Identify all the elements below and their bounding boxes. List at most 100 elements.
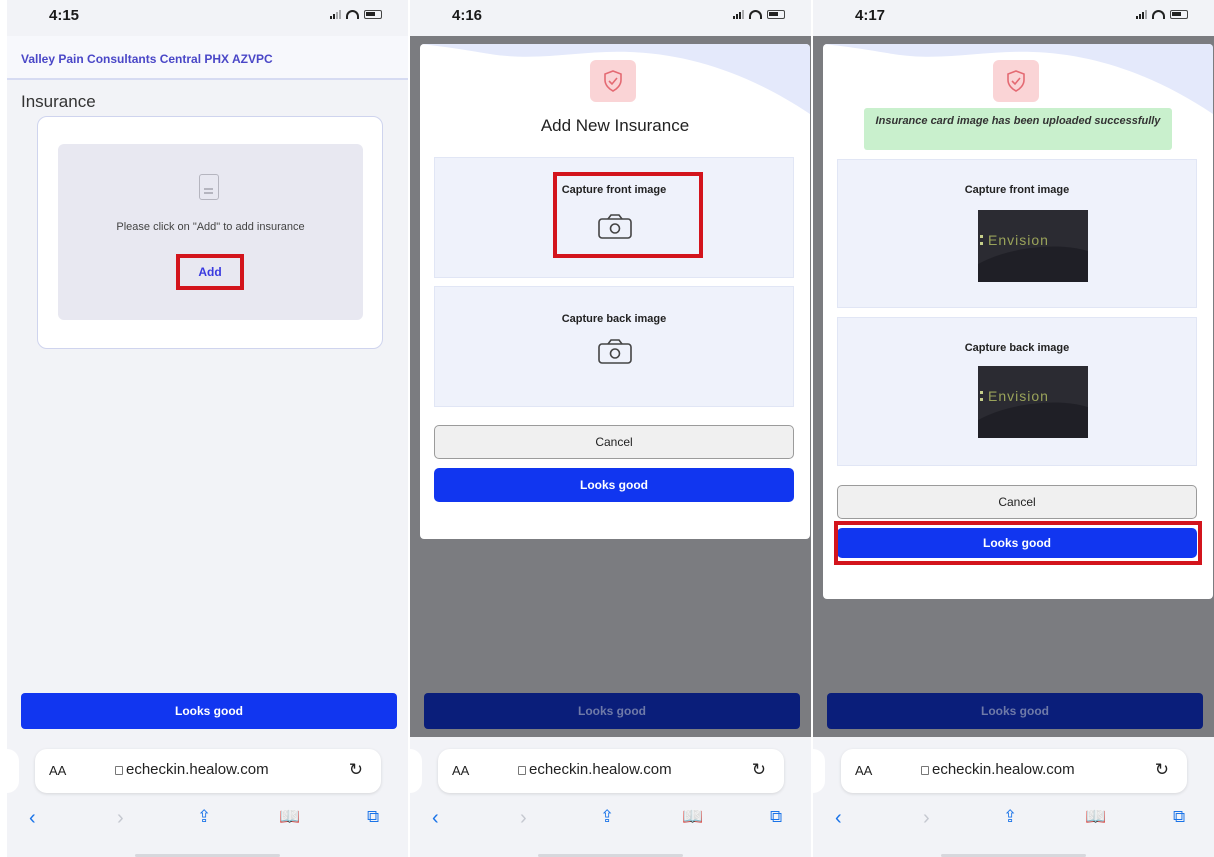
status-time: 4:16 [452, 7, 483, 24]
forward-icon[interactable]: › [117, 807, 124, 830]
status-time: 4:15 [49, 7, 80, 24]
reload-icon[interactable]: ↻ [1155, 760, 1169, 780]
screens: 4:15 Valley Pain Consultants Central PHX… [0, 0, 1214, 857]
looks-good-button-background: Looks good [827, 693, 1203, 729]
address-bar[interactable]: AA echeckin.healow.com ↻ [841, 749, 1187, 793]
reload-icon[interactable]: ↻ [349, 760, 363, 780]
capture-front-highlight[interactable] [553, 172, 703, 258]
wifi-icon [346, 9, 359, 19]
phone-screen-add-insurance: 4:16 Add New Insurance Capture front ima… [410, 0, 811, 857]
cell-signal-icon [1136, 9, 1147, 19]
lock-icon [921, 766, 929, 775]
capture-back-section: Capture back image [434, 286, 794, 407]
reader-settings-button[interactable]: AA [452, 763, 469, 778]
reload-icon[interactable]: ↻ [752, 760, 766, 780]
battery-icon [1170, 9, 1188, 19]
org-name: Valley Pain Consultants Central PHX AZVP… [21, 52, 273, 66]
add-insurance-modal: Insurance card image has been uploaded s… [823, 44, 1213, 599]
insurance-card: Please click on "Add" to add insurance A… [37, 116, 383, 349]
insurance-empty-state: Please click on "Add" to add insurance A… [58, 144, 363, 320]
looks-good-button-background: Looks good [424, 693, 800, 729]
card-logo-text: Envision [988, 388, 1049, 404]
address-bar[interactable]: AA echeckin.healow.com ↻ [35, 749, 381, 793]
card-logo-mark [980, 391, 986, 401]
browser-toolbar: ‹ › ⇪ 📖 ⧉ [410, 807, 811, 837]
previous-tab-stub[interactable] [410, 749, 422, 793]
url-text: echeckin.healow.com [529, 761, 672, 778]
success-toast: Insurance card image has been uploaded s… [864, 108, 1172, 150]
browser-bar: AA echeckin.healow.com ↻ ‹ › ⇪ 📖 ⧉ [7, 737, 408, 857]
status-icons [330, 9, 382, 19]
looks-good-button[interactable]: Looks good [434, 468, 794, 502]
card-logo-text: Envision [988, 232, 1049, 248]
tabs-icon[interactable]: ⧉ [367, 807, 379, 827]
forward-icon[interactable]: › [923, 807, 930, 830]
status-time: 4:17 [855, 7, 886, 24]
browser-bar: AA echeckin.healow.com ↻ ‹ › ⇪ 📖 ⧉ [410, 737, 811, 857]
phone-screen-insurance-empty: 4:15 Valley Pain Consultants Central PHX… [7, 0, 408, 857]
wifi-icon [1152, 9, 1165, 19]
back-card-thumbnail[interactable]: Envision [978, 366, 1088, 438]
tabs-icon[interactable]: ⧉ [770, 807, 782, 827]
share-icon[interactable]: ⇪ [197, 807, 211, 827]
status-bar: 4:17 [813, 0, 1214, 36]
url-display[interactable]: echeckin.healow.com [518, 761, 672, 778]
capture-back-label: Capture back image [964, 342, 1070, 354]
reader-settings-button[interactable]: AA [855, 763, 872, 778]
share-icon[interactable]: ⇪ [600, 807, 614, 827]
forward-icon[interactable]: › [520, 807, 527, 830]
status-bar: 4:15 [7, 0, 408, 36]
card-logo-mark [980, 235, 986, 245]
add-insurance-modal: Add New Insurance Capture front image Ca… [420, 44, 810, 539]
battery-icon [767, 9, 785, 19]
back-icon[interactable]: ‹ [835, 807, 842, 830]
url-text: echeckin.healow.com [932, 761, 1075, 778]
url-display[interactable]: echeckin.healow.com [115, 761, 269, 778]
bookmarks-icon[interactable]: 📖 [682, 807, 703, 827]
cell-signal-icon [733, 9, 744, 19]
modal-title: Add New Insurance [540, 116, 690, 135]
status-icons [733, 9, 785, 19]
shield-check-icon [993, 60, 1039, 102]
bookmarks-icon[interactable]: 📖 [1085, 807, 1106, 827]
tabs-icon[interactable]: ⧉ [1173, 807, 1185, 827]
cancel-button[interactable]: Cancel [434, 425, 794, 459]
lock-icon [115, 766, 123, 775]
back-icon[interactable]: ‹ [432, 807, 439, 830]
insurance-card-icon [199, 174, 219, 200]
browser-toolbar: ‹ › ⇪ 📖 ⧉ [7, 807, 408, 837]
back-icon[interactable]: ‹ [29, 807, 36, 830]
add-insurance-button[interactable]: Add [176, 254, 244, 290]
battery-icon [364, 9, 382, 19]
share-icon[interactable]: ⇪ [1003, 807, 1017, 827]
url-display[interactable]: echeckin.healow.com [921, 761, 1075, 778]
capture-back-label: Capture back image [561, 313, 667, 325]
cancel-button[interactable]: Cancel [837, 485, 1197, 519]
front-card-thumbnail[interactable]: Envision [978, 210, 1088, 282]
status-icons [1136, 9, 1188, 19]
app-header: Valley Pain Consultants Central PHX AZVP… [7, 36, 408, 80]
phone-screen-upload-success: 4:17 Insurance card image has been uploa… [813, 0, 1214, 857]
capture-front-section: Capture front image [434, 157, 794, 278]
capture-back-section: Capture back image Envision [837, 317, 1197, 466]
previous-tab-stub[interactable] [813, 749, 825, 793]
browser-toolbar: ‹ › ⇪ 📖 ⧉ [813, 807, 1214, 837]
capture-front-label: Capture front image [964, 184, 1070, 196]
browser-bar: AA echeckin.healow.com ↻ ‹ › ⇪ 📖 ⧉ [813, 737, 1214, 857]
empty-state-message: Please click on "Add" to add insurance [116, 221, 305, 233]
url-text: echeckin.healow.com [126, 761, 269, 778]
bookmarks-icon[interactable]: 📖 [279, 807, 300, 827]
page-title: Insurance [21, 92, 96, 111]
looks-good-highlight [834, 521, 1202, 565]
wifi-icon [749, 9, 762, 19]
reader-settings-button[interactable]: AA [49, 763, 66, 778]
address-bar[interactable]: AA echeckin.healow.com ↻ [438, 749, 784, 793]
cell-signal-icon [330, 9, 341, 19]
capture-front-section: Capture front image Envision [837, 159, 1197, 308]
lock-icon [518, 766, 526, 775]
looks-good-button[interactable]: Looks good [21, 693, 397, 729]
previous-tab-stub[interactable] [7, 749, 19, 793]
camera-icon[interactable] [597, 339, 633, 365]
status-bar: 4:16 [410, 0, 811, 36]
shield-check-icon [590, 60, 636, 102]
